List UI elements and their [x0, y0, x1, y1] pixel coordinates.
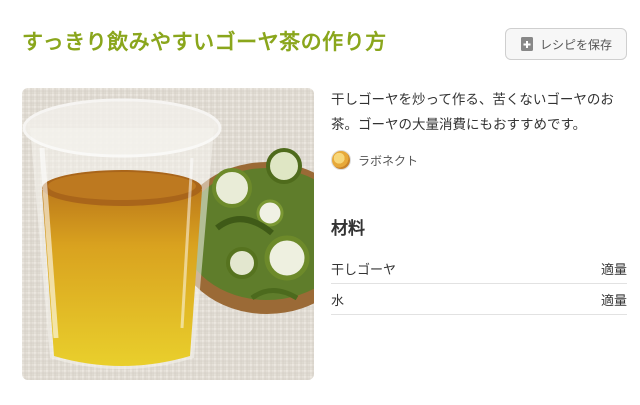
recipe-photo: [22, 88, 314, 380]
recipe-title: すっきり飲みやすいゴーヤ茶の作り方: [22, 30, 387, 54]
bookmark-add-icon: [520, 36, 534, 52]
ingredient-row: 水 適量: [331, 284, 627, 315]
ingredient-row: 干しゴーヤ 適量: [331, 253, 627, 284]
recipe-description: 干しゴーヤを炒って作る、苦くないゴーヤのお茶。ゴーヤの大量消費にもおすすめです。: [331, 92, 614, 133]
ingredient-name: 干しゴーヤ: [331, 262, 397, 278]
author-avatar: [331, 150, 351, 170]
author-name: ラボネクト: [358, 153, 419, 168]
save-recipe-label: レシピを保存: [539, 37, 612, 52]
save-recipe-button[interactable]: レシピを保存: [505, 28, 627, 60]
ingredient-amount: 適量: [600, 262, 627, 278]
ingredient-name: 水: [331, 293, 345, 309]
ingredients-heading: 材料: [331, 219, 365, 239]
author-link[interactable]: ラボネクト: [331, 150, 418, 170]
ingredient-amount: 適量: [600, 293, 627, 309]
ingredients-list: 干しゴーヤ 適量 水 適量: [331, 253, 627, 315]
